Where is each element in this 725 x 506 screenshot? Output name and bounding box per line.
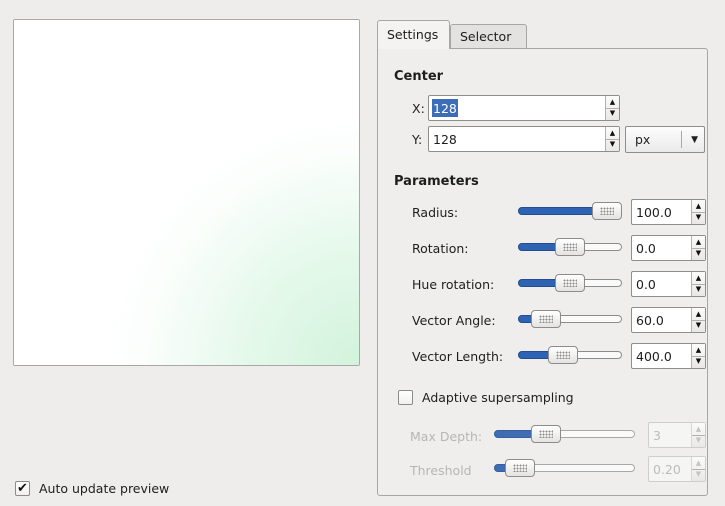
param-label: Hue rotation:: [412, 277, 495, 292]
y-spin-buttons[interactable]: ▲ ▼: [605, 127, 619, 151]
x-label: X:: [412, 101, 425, 116]
arrow-down-icon[interactable]: ▼: [692, 250, 705, 257]
unit-dropdown[interactable]: px ▼: [625, 126, 705, 153]
param-value[interactable]: 60.0: [636, 308, 664, 332]
param-value[interactable]: 100.0: [636, 200, 672, 224]
arrow-up-icon[interactable]: ▲: [692, 203, 705, 210]
arrow-up-icon[interactable]: ▲: [606, 130, 619, 137]
threshold-spinbox: 0.20 ▲ ▼: [648, 456, 706, 482]
arrow-down-icon[interactable]: ▼: [606, 110, 619, 117]
max-depth-value: 3: [653, 427, 661, 443]
x-spin-buttons[interactable]: ▲ ▼: [605, 96, 619, 120]
max-depth-slider[interactable]: [494, 423, 635, 445]
unit-value: px: [635, 132, 651, 147]
arrow-down-icon[interactable]: ▼: [606, 141, 619, 148]
arrow-up-icon[interactable]: ▲: [692, 239, 705, 246]
arrow-down-icon[interactable]: ▼: [692, 322, 705, 329]
unchecked-box-icon[interactable]: [398, 390, 413, 405]
spin-buttons[interactable]: ▲ ▼: [691, 236, 705, 260]
param-value[interactable]: 0.0: [636, 272, 656, 296]
param-spinbox[interactable]: 100.0 ▲ ▼: [631, 199, 706, 225]
param-spinbox[interactable]: 60.0 ▲ ▼: [631, 307, 706, 333]
spin-buttons[interactable]: ▲ ▼: [691, 272, 705, 296]
settings-panel: Center X: 128 ▲ ▼ Y: 128 ▲ ▼ px ▼ Parame…: [377, 48, 708, 496]
slider-handle[interactable]: [555, 274, 585, 292]
parameters-title: Parameters: [394, 174, 479, 189]
y-label: Y:: [412, 132, 423, 147]
arrow-up-icon[interactable]: ▲: [692, 347, 705, 354]
adaptive-supersampling-checkbox[interactable]: Adaptive supersampling: [398, 390, 574, 405]
slider-handle[interactable]: [592, 202, 622, 220]
check-icon[interactable]: ✔: [15, 481, 30, 496]
slider-handle[interactable]: [555, 238, 585, 256]
arrow-down-icon: ▼: [695, 470, 702, 478]
param-label: Rotation:: [412, 241, 469, 256]
arrow-up-icon: ▲: [695, 425, 702, 433]
param-value[interactable]: 0.0: [636, 236, 656, 260]
slider-handle[interactable]: [531, 310, 561, 328]
tab-settings[interactable]: Settings: [377, 20, 450, 49]
y-value[interactable]: 128: [433, 127, 457, 151]
param-slider[interactable]: [518, 272, 622, 294]
dropdown-arrow-icon[interactable]: ▼: [691, 127, 698, 152]
x-value[interactable]: 128: [432, 99, 458, 117]
param-slider[interactable]: [518, 344, 622, 366]
slider-handle[interactable]: [548, 346, 578, 364]
slider-handle[interactable]: [531, 425, 561, 443]
adaptive-supersampling-label: Adaptive supersampling: [422, 390, 574, 405]
arrow-down-icon[interactable]: ▼: [692, 358, 705, 365]
tab-settings-label: Settings: [387, 27, 439, 42]
param-slider[interactable]: [518, 200, 622, 222]
preview-area: [13, 19, 360, 366]
param-slider[interactable]: [518, 308, 622, 330]
spin-buttons[interactable]: ▲ ▼: [691, 344, 705, 368]
param-label: Radius:: [412, 205, 459, 220]
tab-selector-label: Selector: [460, 29, 512, 44]
arrow-up-icon[interactable]: ▲: [606, 99, 619, 106]
param-label: Vector Length:: [412, 349, 504, 364]
threshold-value: 0.20: [653, 461, 681, 477]
slider-handle[interactable]: [505, 459, 535, 477]
arrow-down-icon[interactable]: ▼: [692, 286, 705, 293]
threshold-label: Threshold: [410, 463, 472, 478]
center-title: Center: [394, 69, 444, 84]
threshold-slider[interactable]: [494, 457, 635, 479]
max-depth-spinbox: 3 ▲ ▼: [648, 422, 706, 448]
x-spinbox[interactable]: 128 ▲ ▼: [428, 95, 620, 121]
param-slider[interactable]: [518, 236, 622, 258]
arrow-up-icon[interactable]: ▲: [692, 311, 705, 318]
preview-gradient: [14, 20, 359, 365]
y-spinbox[interactable]: 128 ▲ ▼: [428, 126, 620, 152]
param-value[interactable]: 400.0: [636, 344, 672, 368]
max-depth-label: Max Depth:: [410, 429, 483, 444]
auto-update-preview-label: Auto update preview: [39, 481, 170, 496]
param-label: Vector Angle:: [412, 313, 496, 328]
arrow-down-icon[interactable]: ▼: [692, 214, 705, 221]
arrow-down-icon: ▼: [695, 436, 702, 444]
param-spinbox[interactable]: 0.0 ▲ ▼: [631, 235, 706, 261]
param-spinbox[interactable]: 400.0 ▲ ▼: [631, 343, 706, 369]
spin-buttons[interactable]: ▲ ▼: [691, 308, 705, 332]
auto-update-preview-checkbox[interactable]: ✔ Auto update preview: [15, 481, 169, 496]
arrow-up-icon[interactable]: ▲: [692, 275, 705, 282]
tab-selector[interactable]: Selector: [450, 24, 527, 49]
spin-buttons[interactable]: ▲ ▼: [691, 200, 705, 224]
arrow-up-icon: ▲: [695, 459, 702, 467]
param-spinbox[interactable]: 0.0 ▲ ▼: [631, 271, 706, 297]
